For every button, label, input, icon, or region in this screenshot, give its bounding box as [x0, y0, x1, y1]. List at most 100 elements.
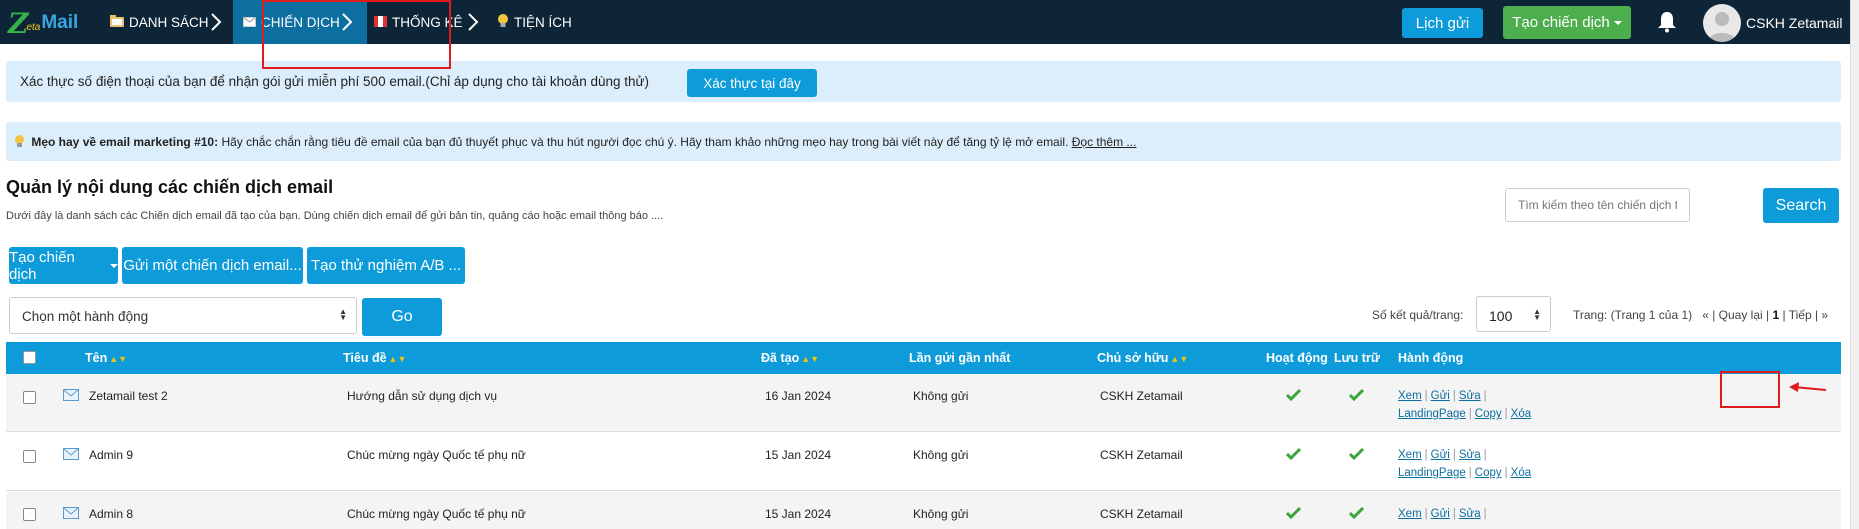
table-row: Admin 8 Chúc mừng ngày Quốc tế phụ nữ 15…: [6, 492, 1841, 529]
check-icon[interactable]: [1285, 447, 1302, 463]
campaign-name[interactable]: Zetamail test 2: [89, 389, 168, 403]
nav-label: TIỆN ÍCH: [514, 14, 572, 30]
caret-down-icon: [110, 263, 118, 268]
prev-link[interactable]: « | Quay lại |: [1702, 308, 1769, 322]
col-name[interactable]: Tên ▲▼: [85, 351, 127, 365]
separator: |: [1483, 390, 1487, 402]
row-actions: Xem | Gửi | Sửa | LandingPage | Copy | Xóa: [1398, 387, 1531, 423]
send-link[interactable]: Gửi: [1431, 508, 1450, 520]
select-all-checkbox[interactable]: [23, 351, 36, 364]
envelope-icon: [63, 389, 79, 404]
send-link[interactable]: Gửi: [1431, 390, 1450, 402]
landing-page-link[interactable]: LandingPage: [1398, 467, 1466, 479]
create-campaign-button[interactable]: Tạo chiến dịch: [9, 247, 118, 284]
current-page: 1: [1772, 308, 1780, 322]
view-link[interactable]: Xem: [1398, 508, 1422, 520]
col-subject[interactable]: Tiêu đề ▲▼: [343, 351, 406, 365]
campaign-name[interactable]: Admin 9: [89, 448, 133, 462]
create-campaign-top-button[interactable]: Tạo chiến dịch: [1503, 6, 1631, 39]
lightbulb-icon: [14, 135, 25, 151]
separator: |: [1483, 508, 1487, 520]
search-button[interactable]: Search: [1763, 188, 1839, 223]
check-icon[interactable]: [1348, 388, 1365, 404]
delete-link[interactable]: Xóa: [1511, 408, 1531, 420]
chevron-right-icon: [208, 10, 224, 34]
table-header: Tên ▲▼ Tiêu đề ▲▼ Đã tạo ▲▼ Lần gửi gần nhấ…: [6, 342, 1841, 374]
send-link[interactable]: Gửi: [1431, 449, 1450, 461]
delete-link[interactable]: Xóa: [1511, 467, 1531, 479]
edit-link[interactable]: Sửa: [1459, 449, 1481, 461]
col-active: Hoạt động: [1266, 351, 1328, 365]
view-link[interactable]: Xem: [1398, 390, 1422, 402]
separator: |: [1452, 508, 1456, 520]
envelope-icon: [63, 448, 79, 463]
chevron-right-icon: [465, 10, 481, 34]
caret-down-icon: [1613, 20, 1622, 25]
sort-icon: ▲▼: [1170, 354, 1189, 364]
avatar[interactable]: [1703, 4, 1741, 42]
per-page-select[interactable]: 100 ▲ ▼: [1476, 296, 1551, 332]
envelope-icon: [63, 507, 79, 522]
check-icon[interactable]: [1285, 506, 1302, 522]
read-more-link[interactable]: Đọc thêm ...: [1072, 135, 1137, 149]
create-campaign-label: Tạo chiến dịch: [1512, 14, 1610, 31]
next-link[interactable]: | Tiếp | »: [1783, 308, 1829, 322]
bell-icon[interactable]: [1655, 10, 1679, 34]
row-checkbox[interactable]: [23, 508, 36, 521]
owner: CSKH Zetamail: [1100, 389, 1183, 403]
owner: CSKH Zetamail: [1100, 507, 1183, 521]
page-scrollbar[interactable]: [1850, 0, 1859, 529]
ab-test-button[interactable]: Tạo thử nghiệm A/B ...: [307, 247, 465, 284]
view-link[interactable]: Xem: [1398, 449, 1422, 461]
copy-link[interactable]: Copy: [1475, 467, 1502, 479]
check-icon[interactable]: [1348, 506, 1365, 522]
col-last-sent: Lần gửi gần nhất: [909, 351, 1011, 365]
edit-link[interactable]: Sửa: [1459, 508, 1481, 520]
nav-label: DANH SÁCH: [129, 14, 209, 30]
email-tip-notice: Mẹo hay về email marketing #10: Hãy chắc…: [6, 122, 1841, 161]
check-icon[interactable]: [1285, 388, 1302, 404]
schedule-button[interactable]: Lịch gửi: [1402, 8, 1483, 38]
go-button[interactable]: Go: [362, 298, 442, 336]
col-archive: Lưu trữ: [1334, 351, 1380, 365]
tip-text-line: Mẹo hay về email marketing #10: Hãy chắc…: [14, 135, 1136, 151]
verify-button[interactable]: Xác thực tại đây: [687, 69, 817, 97]
row-checkbox[interactable]: [23, 450, 36, 463]
page-info: Trang: (Trang 1 của 1): [1573, 308, 1693, 322]
send-campaign-button[interactable]: Gửi một chiến dịch email...: [122, 247, 303, 284]
logo-z: Z: [8, 6, 29, 40]
col-name-label: Tên: [85, 351, 108, 365]
envelope-icon: [243, 15, 256, 30]
select-arrows-icon: ▲ ▼: [339, 307, 347, 322]
sort-icon: ▲▼: [109, 354, 128, 364]
sort-icon: ▲▼: [388, 354, 407, 364]
campaign-subject: Chúc mừng ngày Quốc tế phụ nữ: [347, 448, 526, 462]
folder-icon: [110, 14, 124, 30]
copy-link[interactable]: Copy: [1475, 408, 1502, 420]
pagination: Trang: (Trang 1 của 1) « | Quay lại | 1 …: [1573, 308, 1828, 322]
col-owner-label: Chủ sở hữu: [1097, 351, 1169, 365]
landing-page-link[interactable]: LandingPage: [1398, 408, 1466, 420]
col-created[interactable]: Đã tạo ▲▼: [761, 351, 819, 365]
last-sent: Không gửi: [913, 448, 969, 462]
campaign-name[interactable]: Admin 8: [89, 507, 133, 521]
search-input[interactable]: [1505, 188, 1690, 222]
col-owner[interactable]: Chủ sở hữu ▲▼: [1097, 351, 1188, 365]
campaign-subject: Chúc mừng ngày Quốc tế phụ nữ: [347, 507, 526, 521]
row-actions: Xem | Gửi | Sửa | LandingPage | Copy | Xóa: [1398, 446, 1531, 482]
separator: |: [1452, 390, 1456, 402]
highlight-box-edit: [1720, 371, 1780, 408]
bulk-action-select[interactable]: Chọn một hành động ▲ ▼: [9, 297, 357, 334]
separator: |: [1483, 449, 1487, 461]
check-icon[interactable]: [1348, 447, 1365, 463]
separator: |: [1468, 467, 1472, 479]
nav-danh-sach[interactable]: DANH SÁCH: [110, 0, 209, 44]
edit-link[interactable]: Sửa: [1459, 390, 1481, 402]
user-name[interactable]: CSKH Zetamail: [1746, 15, 1842, 31]
tip-title: Mẹo hay về email marketing #10:: [31, 135, 219, 149]
zetamail-logo[interactable]: Z eta Mail: [8, 6, 78, 40]
create-campaign-label: Tạo chiến dịch: [9, 248, 75, 283]
row-checkbox[interactable]: [23, 391, 36, 404]
last-sent: Không gửi: [913, 507, 969, 521]
nav-tien-ich[interactable]: TIỆN ÍCH: [497, 0, 572, 44]
